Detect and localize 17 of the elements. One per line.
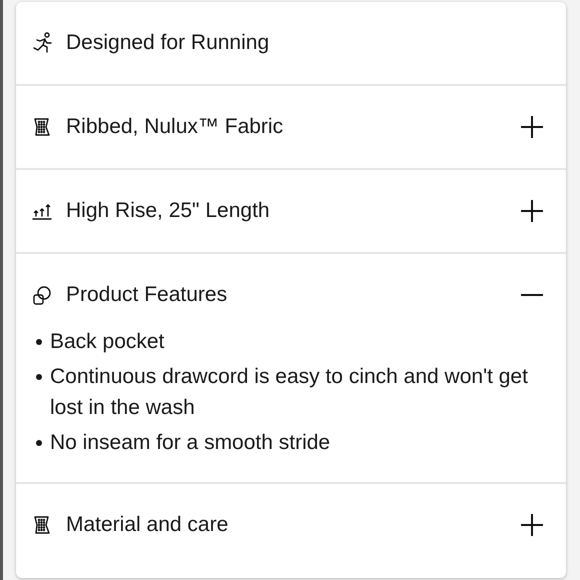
- bullet-text: No inseam for a smooth stride: [50, 430, 330, 456]
- accordion-header[interactable]: High Rise, 25" Length: [16, 170, 566, 252]
- bullet-icon: [36, 374, 42, 380]
- bullet-icon: [36, 339, 42, 345]
- section-title: Designed for Running: [66, 31, 270, 55]
- bullet-text: Back pocket: [50, 329, 164, 355]
- bullet-text: Continuous drawcord is easy to cinch and won't get lost in the wash: [50, 364, 529, 421]
- plus-icon[interactable]: [520, 115, 544, 139]
- accordion-header[interactable]: Ribbed, Nulux™ Fabric: [16, 86, 566, 168]
- bullet-icon: [36, 440, 42, 446]
- section-title: Product Features: [66, 283, 228, 307]
- accordion-header[interactable]: Material and care: [16, 484, 566, 566]
- plus-icon[interactable]: [520, 513, 544, 537]
- section-title: Material and care: [66, 513, 230, 537]
- section-title: High Rise, 25" Length: [66, 199, 271, 223]
- plus-icon[interactable]: [520, 199, 544, 223]
- section-title: Ribbed, Nulux™ Fabric: [66, 115, 284, 139]
